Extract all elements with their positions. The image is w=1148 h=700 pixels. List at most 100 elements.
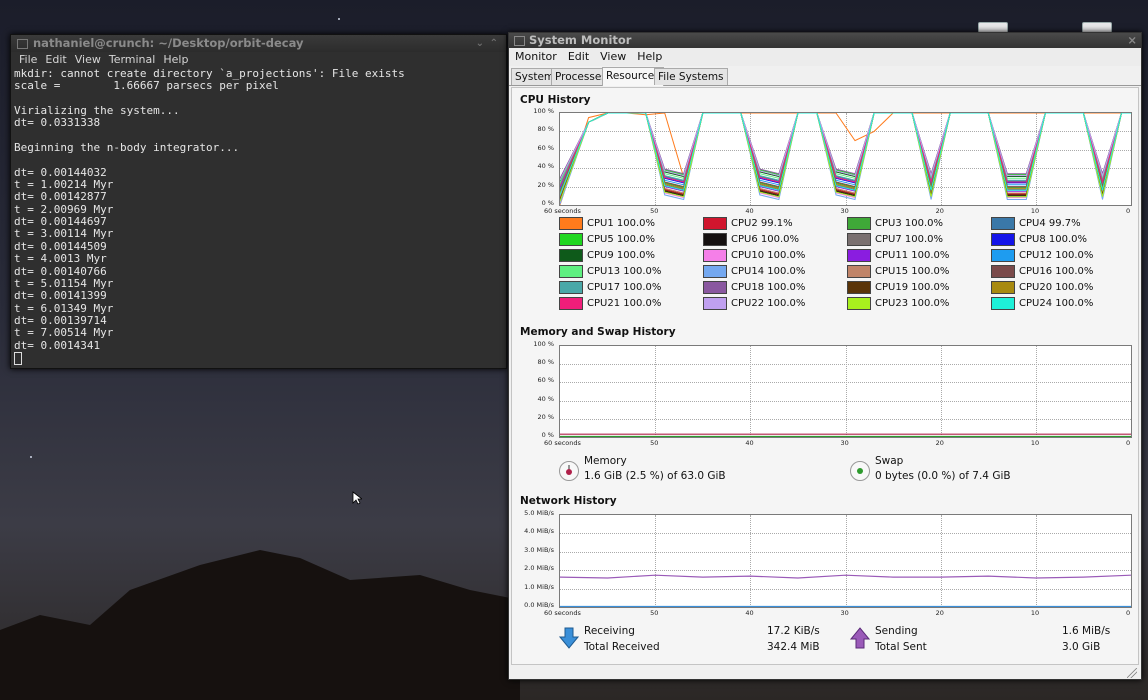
plot-area [560, 433, 1131, 437]
cpu-legend-item[interactable]: CPU2 99.1% [703, 217, 793, 230]
color-swatch[interactable] [847, 281, 871, 294]
terminal-line: dt= 0.00141399 [14, 289, 107, 303]
color-swatch[interactable] [991, 217, 1015, 230]
color-swatch[interactable] [559, 281, 583, 294]
cpu-legend-label: CPU2 99.1% [731, 218, 793, 229]
color-swatch[interactable] [703, 265, 727, 278]
system-monitor-title-bar[interactable]: System Monitor × [509, 33, 1141, 48]
cpu-legend-item[interactable]: CPU8 100.0% [991, 233, 1087, 246]
color-swatch[interactable] [847, 265, 871, 278]
cpu-legend-item[interactable]: CPU3 100.0% [847, 217, 943, 230]
close-icon[interactable]: × [1127, 33, 1137, 48]
cpu-series-line [560, 113, 1131, 182]
cpu-legend-item[interactable]: CPU18 100.0% [703, 281, 805, 294]
x-tick-label: 30 [840, 609, 849, 617]
color-swatch[interactable] [559, 249, 583, 262]
cpu-legend-item[interactable]: CPU21 100.0% [559, 297, 661, 310]
x-tick-label: 30 [840, 207, 849, 215]
x-tick-label: 40 [745, 439, 754, 447]
color-swatch[interactable] [559, 217, 583, 230]
cpu-legend-label: CPU9 100.0% [587, 250, 656, 261]
cpu-legend-item[interactable]: CPU20 100.0% [991, 281, 1093, 294]
swap-color-dial-icon[interactable] [850, 461, 870, 481]
menu-view[interactable]: View [600, 48, 637, 66]
color-swatch[interactable] [847, 249, 871, 262]
cpu-legend-item[interactable]: CPU22 100.0% [703, 297, 805, 310]
memory-label: Memory [584, 455, 627, 467]
receiving-value: 17.2 KiB/s [767, 625, 820, 637]
total-sent-label: Total Sent [875, 641, 927, 653]
color-swatch[interactable] [991, 297, 1015, 310]
cpu-legend-item[interactable]: CPU23 100.0% [847, 297, 949, 310]
x-tick-label: 50 [650, 609, 659, 617]
cpu-legend-label: CPU14 100.0% [731, 266, 806, 277]
color-swatch[interactable] [703, 217, 727, 230]
cpu-legend-label: CPU22 100.0% [731, 298, 806, 309]
cpu-legend-item[interactable]: CPU6 100.0% [703, 233, 799, 246]
cpu-legend-label: CPU19 100.0% [875, 282, 950, 293]
terminal-output[interactable]: mkdir: cannot create directory `a_projec… [11, 67, 506, 366]
x-tick-label: 60 seconds [544, 439, 581, 447]
maximize-icon[interactable]: ⌃ [490, 35, 498, 52]
color-swatch[interactable] [847, 297, 871, 310]
cpu-legend-item[interactable]: CPU7 100.0% [847, 233, 943, 246]
color-swatch[interactable] [703, 297, 727, 310]
color-swatch[interactable] [991, 281, 1015, 294]
terminal-icon [17, 39, 28, 49]
resize-grip-icon[interactable] [1127, 668, 1137, 678]
menu-edit[interactable]: Edit [568, 48, 600, 66]
x-tick-label: 60 seconds [544, 609, 581, 617]
cpu-legend-item[interactable]: CPU10 100.0% [703, 249, 805, 262]
y-tick-label: 60 % [537, 376, 554, 385]
menu-monitor[interactable]: Monitor [515, 48, 568, 66]
color-swatch[interactable] [703, 249, 727, 262]
sending-value: 1.6 MiB/s [1062, 625, 1111, 637]
cpu-legend-item[interactable]: CPU12 100.0% [991, 249, 1093, 262]
swap-info: Swap 0 bytes (0.0 %) of 7.4 GiB [875, 454, 1011, 484]
color-swatch[interactable] [559, 233, 583, 246]
cpu-legend-item[interactable]: CPU19 100.0% [847, 281, 949, 294]
cpu-legend-item[interactable]: CPU9 100.0% [559, 249, 655, 262]
cpu-legend-item[interactable]: CPU13 100.0% [559, 265, 661, 278]
color-swatch[interactable] [991, 249, 1015, 262]
cpu-legend-item[interactable]: CPU16 100.0% [991, 265, 1093, 278]
color-swatch[interactable] [847, 217, 871, 230]
cpu-legend-item[interactable]: CPU1 100.0% [559, 217, 655, 230]
total-sent-value: 3.0 GiB [1062, 641, 1101, 653]
tab-file-systems[interactable]: File Systems [654, 68, 728, 85]
system-monitor-window[interactable]: System Monitor × Monitor Edit View Help … [508, 32, 1142, 680]
terminal-title: nathaniel@crunch: ~/Desktop/orbit-decay [33, 36, 304, 50]
y-tick-label: 80 % [537, 358, 554, 367]
color-swatch[interactable] [991, 265, 1015, 278]
cpu-legend-item[interactable]: CPU24 100.0% [991, 297, 1093, 310]
cpu-legend-item[interactable]: CPU5 100.0% [559, 233, 655, 246]
menu-file[interactable]: File [19, 52, 45, 68]
menu-edit[interactable]: Edit [45, 52, 74, 68]
terminal-title-bar[interactable]: nathaniel@crunch: ~/Desktop/orbit-decay … [11, 35, 506, 52]
star [30, 456, 32, 458]
color-swatch[interactable] [703, 233, 727, 246]
memory-color-dial-icon[interactable] [559, 461, 579, 481]
minimize-icon[interactable]: ⌄ [476, 35, 484, 52]
terminal-line: t = 7.00514 Myr [14, 326, 114, 340]
color-swatch[interactable] [559, 297, 583, 310]
menu-help[interactable]: Help [163, 52, 196, 68]
color-swatch[interactable] [991, 233, 1015, 246]
menu-help[interactable]: Help [637, 48, 673, 66]
cpu-legend-item[interactable]: CPU17 100.0% [559, 281, 661, 294]
color-swatch[interactable] [847, 233, 871, 246]
menu-view[interactable]: View [75, 52, 109, 68]
cpu-legend-item[interactable]: CPU11 100.0% [847, 249, 949, 262]
cpu-legend-label: CPU24 100.0% [1019, 298, 1094, 309]
cpu-legend-item[interactable]: CPU15 100.0% [847, 265, 949, 278]
cpu-legend-item[interactable]: CPU4 99.7% [991, 217, 1081, 230]
color-swatch[interactable] [703, 281, 727, 294]
color-swatch[interactable] [559, 265, 583, 278]
x-tick-label: 20 [935, 439, 944, 447]
window-title: System Monitor [529, 33, 632, 47]
terminal-window[interactable]: nathaniel@crunch: ~/Desktop/orbit-decay … [10, 34, 507, 369]
x-tick-label: 50 [650, 439, 659, 447]
x-tick-label: 40 [745, 207, 754, 215]
cpu-legend-item[interactable]: CPU14 100.0% [703, 265, 805, 278]
menu-terminal[interactable]: Terminal [109, 52, 164, 68]
